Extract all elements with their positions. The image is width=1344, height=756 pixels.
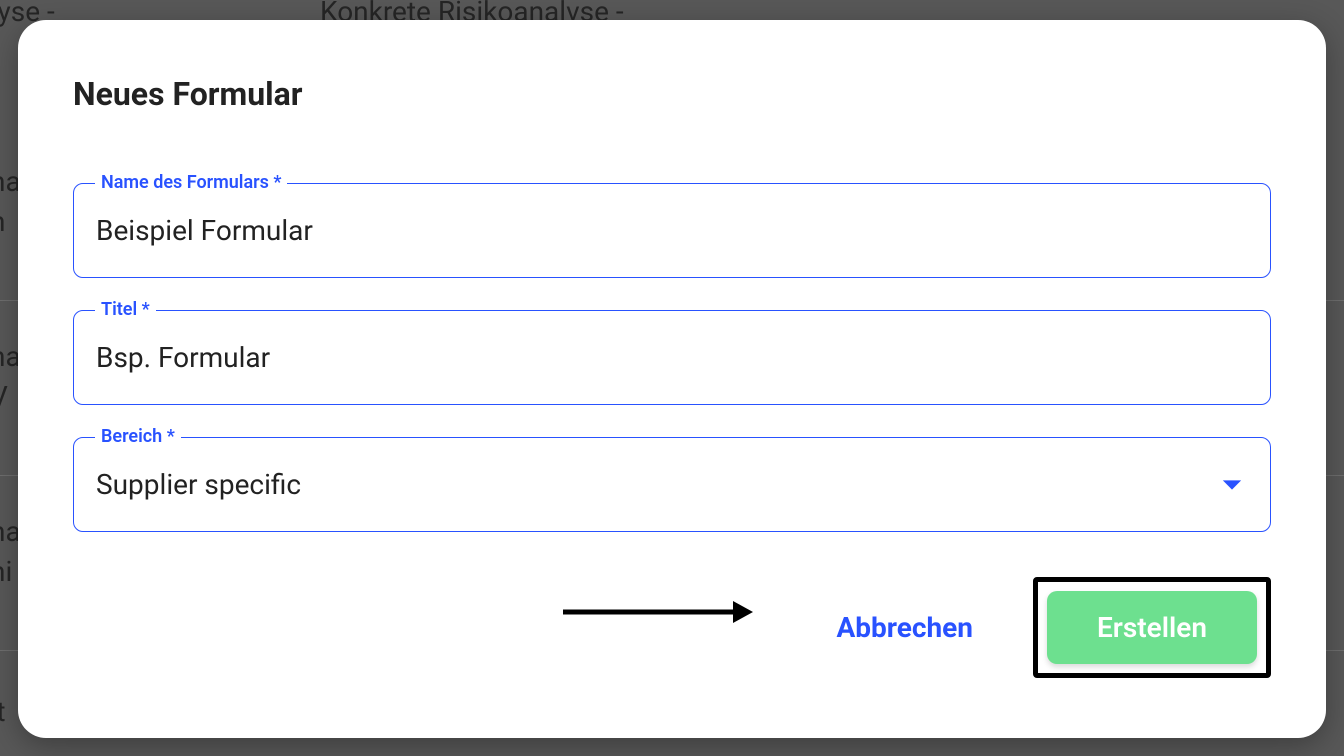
- bereich-field-wrap: Bereich * Supplier specific: [73, 437, 1271, 532]
- annotation-arrow: [563, 600, 753, 624]
- modal-actions: Abbrechen Erstellen: [73, 577, 1271, 678]
- create-button[interactable]: Erstellen: [1047, 591, 1257, 664]
- form-name-input[interactable]: [73, 183, 1271, 278]
- bereich-select[interactable]: Supplier specific: [73, 437, 1271, 532]
- annotation-highlight: Erstellen: [1033, 577, 1271, 678]
- cancel-button[interactable]: Abbrechen: [836, 611, 973, 644]
- titel-label: Titel *: [95, 299, 156, 320]
- form-name-label: Name des Formulars *: [95, 172, 287, 193]
- modal-title: Neues Formular: [73, 75, 1271, 113]
- form-name-field-wrap: Name des Formulars *: [73, 183, 1271, 278]
- titel-input[interactable]: [73, 310, 1271, 405]
- bereich-label: Bereich *: [95, 426, 181, 447]
- new-form-modal: Neues Formular Name des Formulars * Tite…: [18, 20, 1326, 738]
- titel-field-wrap: Titel *: [73, 310, 1271, 405]
